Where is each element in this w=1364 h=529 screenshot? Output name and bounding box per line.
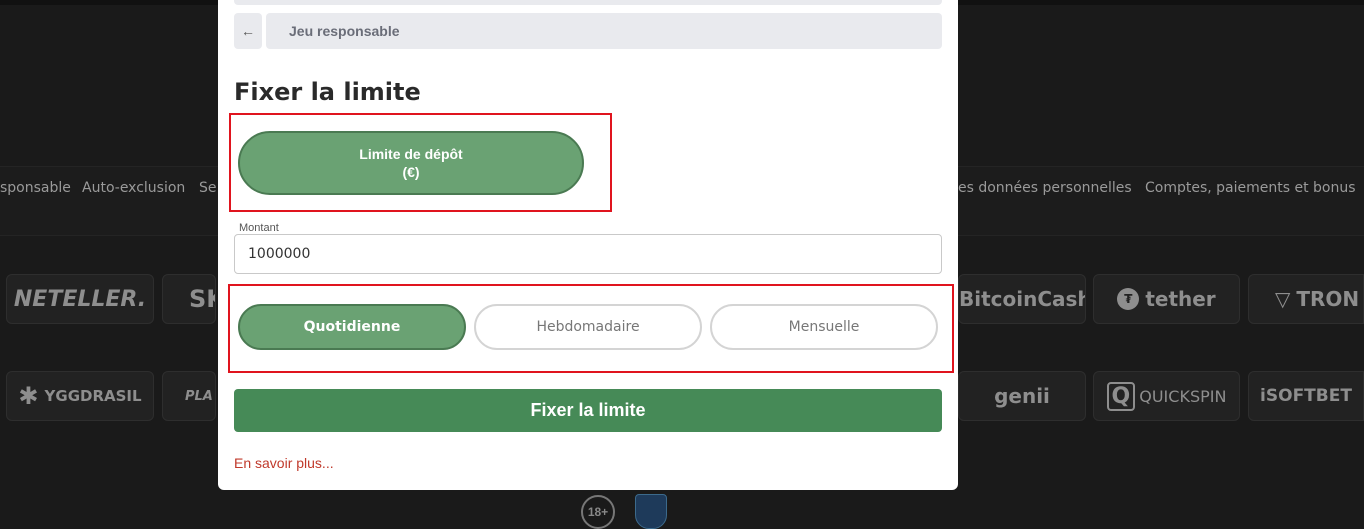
logo-genii: genii xyxy=(958,371,1086,421)
logo-tron: ▽ TRON xyxy=(1248,274,1364,324)
amount-label: Montant xyxy=(239,222,279,234)
logo-skrill-label: SK xyxy=(189,285,215,313)
deposit-limit-currency: (€) xyxy=(402,164,420,180)
arrow-left-icon: ← xyxy=(241,23,255,39)
footer-link-personal-data[interactable]: es données personnelles xyxy=(958,180,1132,196)
period-daily-label: Quotidienne xyxy=(303,319,401,335)
limit-modal: ← Jeu responsable Fixer la limite Limite… xyxy=(218,0,958,490)
breadcrumb: Jeu responsable xyxy=(266,13,942,49)
license-shield-icon xyxy=(635,494,667,529)
amount-input[interactable] xyxy=(234,234,942,274)
logo-isoftbet-label: iSOFTBET xyxy=(1260,386,1352,406)
set-limit-label: Fixer la limite xyxy=(530,400,646,420)
period-monthly-label: Mensuelle xyxy=(788,319,860,335)
logo-yggdrasil-label: YGGDRASIL xyxy=(44,387,142,405)
tether-icon: ₮ xyxy=(1117,288,1140,310)
tron-icon: ▽ xyxy=(1275,287,1291,311)
deposit-limit-button[interactable]: Limite de dépôt (€) xyxy=(238,131,584,195)
logo-play-label: PLA xyxy=(185,388,213,404)
logo-bitcoin-cash: BitcoinCash xyxy=(958,274,1086,324)
modal-top-strip xyxy=(234,0,942,5)
footer-link-accounts-payments[interactable]: Comptes, paiements et bonus xyxy=(1145,180,1356,196)
logo-tether-label: tether xyxy=(1145,287,1216,311)
back-button[interactable]: ← xyxy=(234,13,262,49)
learn-more-link[interactable]: En savoir plus... xyxy=(234,455,334,471)
logo-genii-label: genii xyxy=(994,384,1050,408)
logo-neteller-label: NETELLER. xyxy=(13,286,147,312)
logo-tether: ₮ tether xyxy=(1093,274,1240,324)
footer-link-responsible[interactable]: sponsable xyxy=(0,180,71,196)
logo-yggdrasil: ✱ YGGDRASIL xyxy=(6,371,154,421)
age-restriction-badge: 18+ xyxy=(581,495,615,529)
page-title: Fixer la limite xyxy=(234,78,421,106)
logo-play: PLA xyxy=(162,371,216,421)
footer-link-partial[interactable]: Se xyxy=(199,180,217,196)
logo-tron-label: TRON xyxy=(1296,287,1360,311)
breadcrumb-label: Jeu responsable xyxy=(289,23,400,39)
period-weekly-button[interactable]: Hebdomadaire xyxy=(474,304,702,350)
logo-neteller: NETELLER. xyxy=(6,274,154,324)
deposit-limit-label: Limite de dépôt xyxy=(359,146,463,162)
logo-isoftbet: iSOFTBET xyxy=(1248,371,1364,421)
quickspin-icon: Q xyxy=(1106,381,1136,411)
period-weekly-label: Hebdomadaire xyxy=(536,319,640,335)
logo-bitcoin-cash-label: BitcoinCash xyxy=(959,287,1086,311)
yggdrasil-icon: ✱ xyxy=(18,382,39,410)
logo-quickspin: Q QUICKSPIN xyxy=(1093,371,1240,421)
set-limit-button[interactable]: Fixer la limite xyxy=(234,389,942,432)
logo-skrill: SK xyxy=(162,274,216,324)
period-daily-button[interactable]: Quotidienne xyxy=(238,304,466,350)
footer-link-self-exclusion[interactable]: Auto-exclusion xyxy=(82,180,185,196)
period-monthly-button[interactable]: Mensuelle xyxy=(710,304,938,350)
logo-quickspin-label: QUICKSPIN xyxy=(1139,386,1227,406)
